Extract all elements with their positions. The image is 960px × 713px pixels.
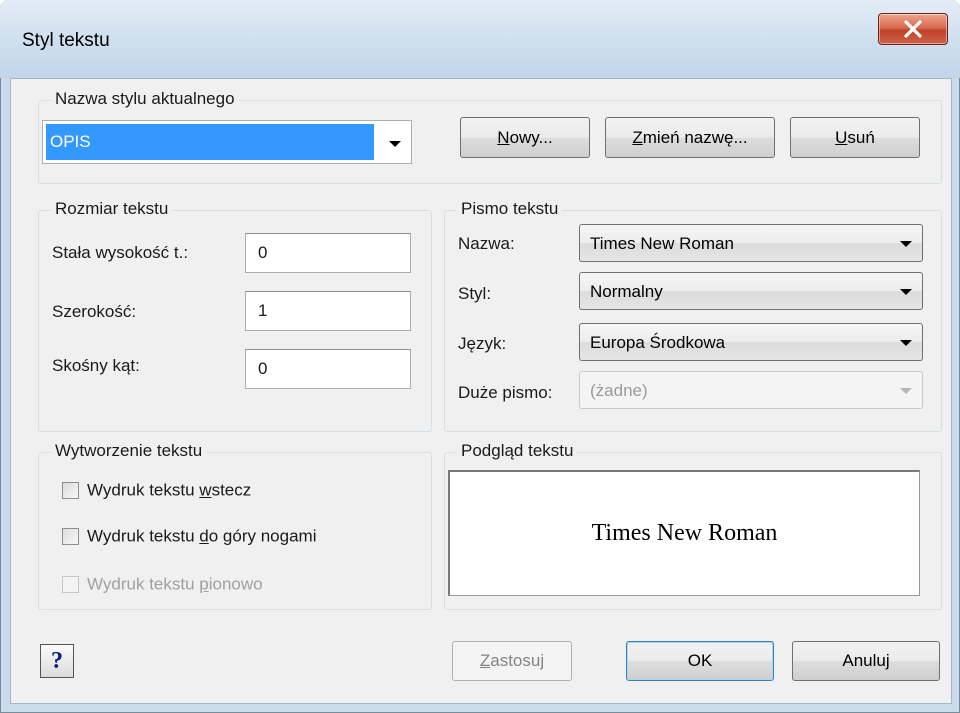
new-style-rest: owy... <box>509 127 553 147</box>
apply-button[interactable]: Zastosuj <box>452 641 572 681</box>
ok-button-label: OK <box>687 651 713 670</box>
chevron-down-icon <box>900 241 912 247</box>
new-style-button[interactable]: Nowy... <box>460 117 590 158</box>
new-style-button-label: Nowy... <box>461 128 589 148</box>
delete-style-accel: U <box>835 127 848 147</box>
help-button[interactable]: ? <box>40 644 74 678</box>
bigfont-value: (żadne) <box>590 381 648 400</box>
text-generation-group-label: Wytworzenie tekstu <box>51 441 207 461</box>
vertical-checkbox[interactable] <box>62 576 79 594</box>
chevron-down-icon <box>900 289 912 295</box>
vertical-label-post: ionowo <box>208 574 263 594</box>
delete-style-button[interactable]: Usuń <box>790 117 920 158</box>
vertical-label-accel: p <box>199 574 209 594</box>
font-name-label: Nazwa: <box>458 234 515 253</box>
vertical-label-pre: Wydruk tekstu <box>87 574 200 594</box>
upside-down-label: Wydruk tekstu do góry nogami <box>87 527 316 546</box>
backwards-label-post: stecz <box>211 480 252 500</box>
font-name-combo[interactable]: Times New Roman <box>579 224 923 262</box>
current-style-group-label: Nazwa stylu aktualnego <box>51 89 239 109</box>
delete-style-button-label: Usuń <box>791 128 919 148</box>
cancel-button-label: Anuluj <box>842 651 890 670</box>
width-label: Szerokość: <box>52 302 137 321</box>
backwards-label-accel: w <box>199 480 212 500</box>
width-input[interactable]: 1 <box>245 291 411 331</box>
upside-down-checkbox-row[interactable]: Wydruk tekstu do góry nogami <box>62 526 316 547</box>
font-style-label: Styl: <box>458 284 492 303</box>
bigfont-combo[interactable]: (żadne) <box>579 371 923 409</box>
cancel-button[interactable]: Anuluj <box>792 641 940 681</box>
upside-down-label-pre: Wydruk tekstu <box>87 526 200 546</box>
upside-down-label-post: o góry nogami <box>208 526 317 546</box>
style-name-combo[interactable]: OPIS <box>42 120 412 164</box>
oblique-angle-input[interactable]: 0 <box>245 349 411 389</box>
new-style-accel: N <box>497 127 510 147</box>
chevron-down-icon <box>389 141 401 147</box>
upside-down-label-accel: d <box>199 526 209 546</box>
backwards-label: Wydruk tekstu wstecz <box>87 481 251 500</box>
text-size-group-label: Rozmiar tekstu <box>51 199 173 219</box>
backwards-label-pre: Wydruk tekstu <box>87 480 200 500</box>
font-name-value: Times New Roman <box>590 234 734 253</box>
close-icon <box>904 20 922 38</box>
upside-down-checkbox[interactable] <box>62 528 79 546</box>
oblique-angle-label: Skośny kąt: <box>52 356 140 375</box>
title-bar[interactable]: Styl tekstu <box>0 0 960 78</box>
preview-group-label: Podgląd tekstu <box>457 441 578 461</box>
rename-style-button-label: Zmień nazwę... <box>606 128 774 148</box>
close-button[interactable] <box>878 13 948 45</box>
text-preview-box: Times New Roman <box>448 470 920 596</box>
rename-style-accel: Z <box>632 127 643 147</box>
apply-accel: Z <box>479 651 491 670</box>
font-group-label: Pismo tekstu <box>457 199 563 219</box>
style-name-value: OPIS <box>46 124 374 160</box>
window-title: Styl tekstu <box>22 30 110 51</box>
language-value: Europa Środkowa <box>590 333 726 352</box>
preview-sample-text: Times New Roman <box>591 520 778 546</box>
language-label: Język: <box>458 334 507 353</box>
language-combo[interactable]: Europa Środkowa <box>579 323 923 361</box>
chevron-down-icon <box>900 388 912 394</box>
height-input[interactable]: 0 <box>245 233 411 273</box>
vertical-checkbox-row[interactable]: Wydruk tekstu pionowo <box>62 574 263 595</box>
font-style-combo[interactable]: Normalny <box>579 272 923 310</box>
apply-rest: astosuj <box>490 651 545 670</box>
rename-style-rest: mień nazwę... <box>642 127 748 147</box>
apply-button-label: Zastosuj <box>453 651 571 671</box>
rename-style-button[interactable]: Zmień nazwę... <box>605 117 775 158</box>
vertical-label: Wydruk tekstu pionowo <box>87 575 263 594</box>
bigfont-label: Duże pismo: <box>458 383 553 402</box>
chevron-down-icon <box>900 340 912 346</box>
backwards-checkbox-row[interactable]: Wydruk tekstu wstecz <box>62 480 251 501</box>
height-label: Stała wysokość t.: <box>52 243 189 262</box>
delete-style-rest: suń <box>847 127 875 147</box>
backwards-checkbox[interactable] <box>62 482 79 500</box>
ok-button[interactable]: OK <box>626 641 774 681</box>
font-style-value: Normalny <box>590 282 663 301</box>
